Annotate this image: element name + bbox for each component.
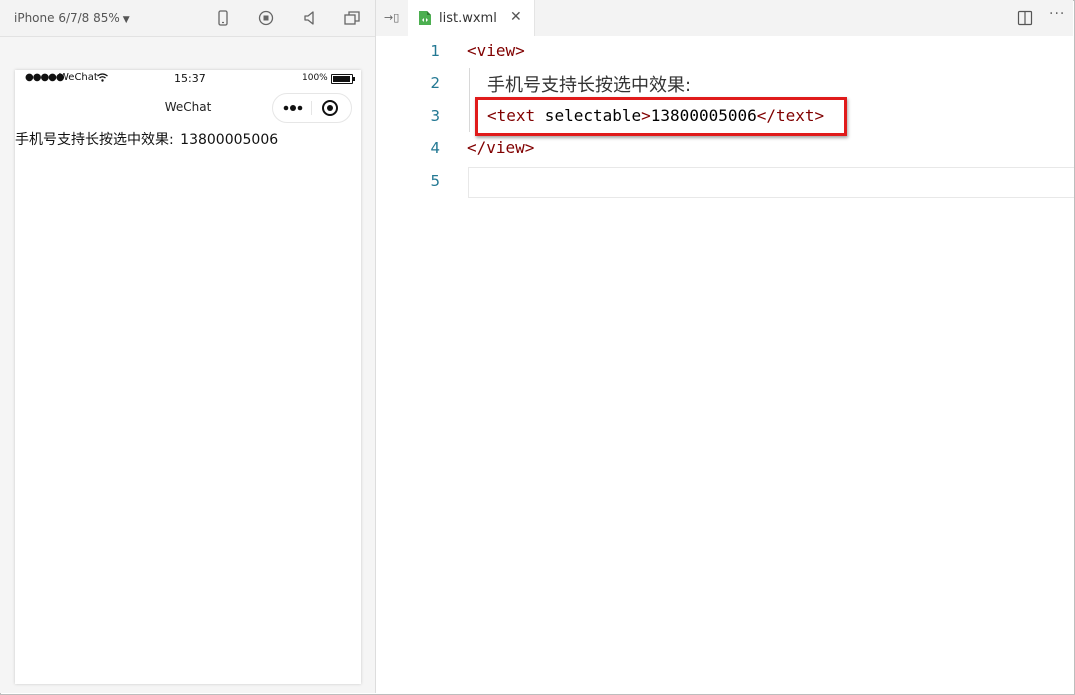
page-content: 手机号支持长按选中效果: 13800005006 [15,129,278,149]
code-line: 2 手机号支持长按选中效果: [376,68,1073,100]
capsule-divider [311,101,312,115]
caret-down-icon: ▼ [122,15,130,25]
signal-icon: ●●●●● [25,72,65,83]
simulator-toolbar: iPhone 6/7/8 85% ▼ [0,0,375,37]
code-text: 手机号支持长按选中效果: [487,75,692,96]
phone-icon[interactable] [214,9,232,27]
record-icon[interactable] [257,9,275,27]
simulator-pane: iPhone 6/7/8 85% ▼ ●●●●● WeChat 15:37 100… [0,0,376,693]
code-text: </view> [467,138,535,157]
line-number: 2 [430,74,440,92]
close-mini-program-icon[interactable] [320,98,340,118]
code-line: 4 </view> [376,133,1073,165]
menu-capsule [272,93,352,123]
line-number: 1 [430,42,440,60]
battery-percent: 100% [302,73,328,83]
tab-list-wxml[interactable]: list.wxml ✕ [408,0,535,36]
navigation-bar: WeChat [15,88,361,128]
editor-tab-bar: →▯ list.wxml ✕ ··· [376,0,1073,36]
wxml-file-icon [418,10,432,26]
code-line: 5 [376,166,1073,198]
code-area[interactable]: 1 <view> 2 手机号支持长按选中效果: 3 <text selectab… [376,36,1074,693]
annotation-highlight-box [475,97,847,136]
line-number: 3 [430,107,440,125]
tab-label: list.wxml [439,11,497,26]
wifi-icon [97,73,108,85]
detach-window-icon[interactable] [343,9,361,27]
volume-icon[interactable] [301,9,319,27]
line-number: 4 [430,139,440,157]
more-dots-icon[interactable] [279,98,307,118]
more-actions-icon[interactable]: ··· [1049,6,1065,22]
line-number: 5 [430,172,440,190]
selectable-phone-number[interactable]: 13800005006 [180,132,278,148]
device-selector[interactable]: iPhone 6/7/8 85% ▼ [14,11,130,25]
device-label: iPhone 6/7/8 85% [14,11,120,25]
split-editor-icon[interactable] [1017,10,1033,26]
close-icon[interactable]: ✕ [510,9,522,25]
editor-pane: →▯ list.wxml ✕ ··· 1 <view> 2 手机号支持长按选中效… [376,0,1074,693]
phone-screen: ●●●●● WeChat 15:37 100% WeChat 手机号支持长按选中… [15,70,361,684]
phone-label: 手机号支持长按选中效果: [15,132,174,148]
carrier-label: WeChat [59,72,98,83]
code-line: 1 <view> [376,36,1073,68]
status-bar: ●●●●● WeChat 15:37 100% [15,70,361,88]
status-time: 15:37 [174,72,206,85]
battery-icon [331,74,355,84]
collapse-panel-icon[interactable]: →▯ [384,11,399,24]
code-text: <view> [467,41,525,60]
